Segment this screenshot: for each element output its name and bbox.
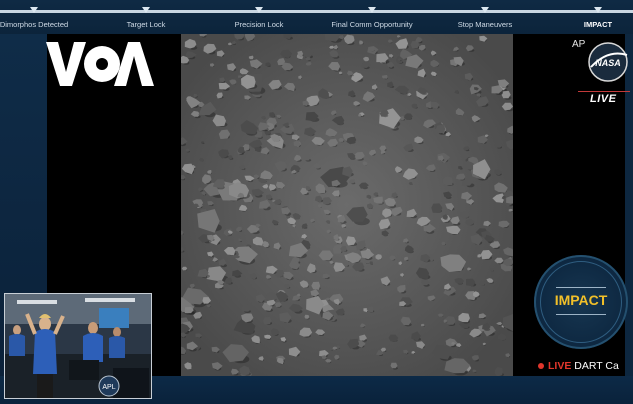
nasa-logo: NASA bbox=[588, 42, 628, 82]
voa-logo bbox=[46, 42, 154, 86]
ap-watermark: AP bbox=[572, 39, 586, 50]
milestone-label: Dimorphos Detected bbox=[0, 20, 69, 29]
apl-logo: APL bbox=[102, 384, 115, 391]
timeline-marker bbox=[142, 7, 150, 13]
milestone-label: Target Lock bbox=[126, 20, 166, 29]
milestone-label: Final Comm Opportunity bbox=[331, 20, 413, 29]
impact-badge-label: IMPACT bbox=[554, 292, 608, 308]
timeline-marker bbox=[481, 7, 489, 13]
ticker-text: DART Ca bbox=[574, 360, 619, 372]
live-ticker: LIVE DART Ca bbox=[538, 360, 633, 372]
impact-underline bbox=[556, 314, 606, 315]
timeline-progress bbox=[0, 10, 633, 13]
control-room-camera: APL bbox=[4, 293, 152, 399]
ticker-live-label: LIVE bbox=[548, 360, 572, 372]
control-room-scene: APL bbox=[5, 294, 151, 398]
timeline-marker bbox=[594, 7, 602, 13]
timeline-marker bbox=[255, 7, 263, 13]
milestone-label: Stop Maneuvers bbox=[457, 20, 513, 29]
milestone-label: Precision Lock bbox=[234, 20, 284, 29]
live-indicator: LIVE bbox=[590, 93, 617, 105]
timeline-marker bbox=[368, 7, 376, 13]
right-side-panel bbox=[625, 34, 633, 376]
timeline-marker bbox=[30, 7, 38, 13]
live-divider bbox=[578, 91, 630, 92]
mission-timeline: Dimorphos Detected Target Lock Precision… bbox=[0, 0, 633, 34]
live-dot-icon bbox=[538, 363, 544, 370]
timeline-track bbox=[0, 10, 633, 13]
svg-text:NASA: NASA bbox=[595, 58, 621, 68]
milestone-label-impact: IMPACT bbox=[583, 20, 613, 29]
impact-underline bbox=[556, 287, 606, 288]
asteroid-surface-image bbox=[175, 27, 521, 379]
